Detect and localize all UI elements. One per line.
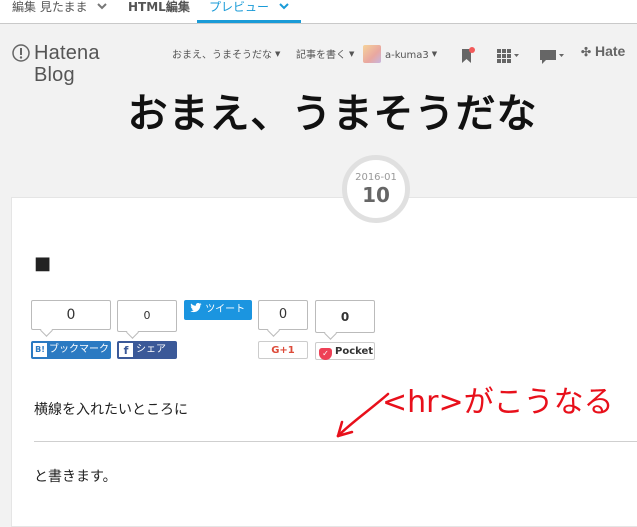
pocket-count[interactable]: 0	[315, 300, 375, 333]
hatena-service-label: Hate	[594, 43, 626, 59]
chevron-down-icon	[97, 0, 108, 16]
facebook-icon: f	[119, 343, 133, 357]
hatena-bookmark-label: ブックマーク	[49, 344, 109, 355]
entry-paragraph-2: と書きます。	[34, 469, 117, 485]
entry-date-year-month: 2016-01	[355, 172, 397, 183]
blog-menu-label: おまえ、うまそうだな	[172, 50, 272, 61]
facebook-share-count[interactable]: 0	[117, 300, 177, 332]
bookmark-icon[interactable]	[459, 47, 475, 65]
caret-down-icon: ▼	[275, 50, 281, 58]
apps-grid-icon[interactable]	[497, 49, 521, 63]
active-tab-indicator	[197, 20, 301, 23]
entry-paragraph-1: 横線を入れたいところに	[34, 402, 188, 418]
entry-date-badge[interactable]: 2016-01 10	[342, 155, 410, 223]
pocket-icon: ✓	[319, 348, 332, 360]
user-avatar[interactable]	[363, 45, 381, 63]
write-post-link[interactable]: 記事を書く ▼	[296, 48, 354, 62]
chevron-down-icon	[279, 0, 289, 16]
tab-html-edit[interactable]: HTML編集	[128, 0, 190, 24]
tab-preview[interactable]: プレビュー	[197, 0, 301, 24]
hatena-bookmark-button[interactable]: B! ブックマーク	[31, 341, 111, 359]
caret-down-icon: ▼	[349, 50, 355, 58]
hatena-bookmark-count[interactable]: 0	[31, 300, 111, 330]
entry-title[interactable]: ■	[34, 253, 51, 274]
hatena-service-link[interactable]: ✣ Hate	[581, 43, 626, 59]
tweet-button[interactable]: ツイート	[184, 300, 252, 320]
tab-edit-mode[interactable]: 編集 見たまま	[12, 0, 108, 24]
pocket-label: Pocket	[335, 346, 374, 357]
tab-preview-label: プレビュー	[209, 0, 270, 14]
blog-title[interactable]: おまえ、うまそうだな	[0, 88, 637, 140]
write-post-label: 記事を書く	[296, 50, 346, 61]
caret-down-icon: ▼	[431, 50, 438, 58]
editor-tab-bar: 編集 見たまま HTML編集 プレビュー	[0, 0, 637, 24]
blog-menu-dropdown[interactable]: おまえ、うまそうだな ▼	[172, 48, 280, 62]
facebook-share-button[interactable]: f シェア	[117, 341, 177, 359]
blog-global-header: Hatena Blog おまえ、うまそうだな ▼ 記事を書く ▼ a-kuma3 ▼ …	[0, 33, 637, 86]
handwritten-annotation: <hr>がこうなる	[336, 385, 614, 438]
annotation-text: <hr>がこうなる	[382, 385, 614, 420]
gplus-count[interactable]: 0	[258, 300, 308, 330]
tweet-label: ツイート	[205, 304, 246, 315]
gplus-button[interactable]: G+1	[258, 341, 308, 359]
hatena-logo-icon	[12, 44, 30, 62]
facebook-share-label: シェア	[136, 344, 166, 355]
tab-edit-label: 編集	[12, 0, 37, 14]
annotation-arrow-icon	[336, 392, 390, 438]
hatena-star-icon: ✣	[581, 45, 592, 59]
twitter-bird-icon	[190, 303, 202, 313]
comment-bubble-icon[interactable]	[540, 49, 566, 65]
logo-text: Hatena Blog	[34, 42, 100, 86]
hatena-bookmark-icon: B!	[33, 343, 47, 357]
user-menu-dropdown[interactable]: a-kuma3 ▼	[385, 48, 437, 62]
user-name: a-kuma3	[385, 50, 429, 61]
pocket-button[interactable]: ✓ Pocket	[315, 342, 375, 360]
tab-edit-mode-label: 見たまま	[39, 0, 88, 14]
entry-date-day: 10	[362, 183, 390, 207]
